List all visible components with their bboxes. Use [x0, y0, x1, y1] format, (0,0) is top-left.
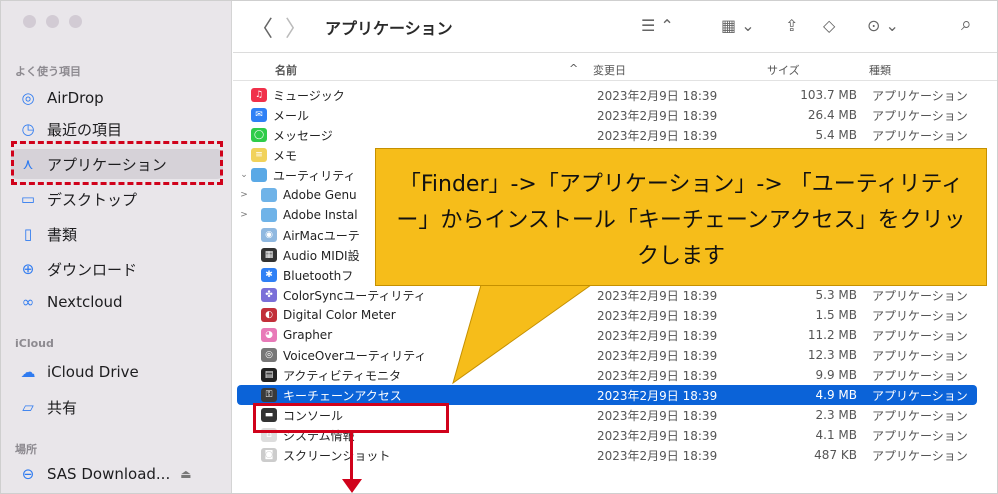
finder-window: よく使う項目 iCloud 場所 ◎ AirDrop ◷ 最近の項目 ⋏ アプリケーション… [0, 0, 998, 494]
instruction-callout: 「Finder」->「アプリケーション」-> 「ユーティリティー」からインストー… [375, 148, 987, 286]
callout-text: 「Finder」->「アプリケーション」-> 「ユーティリティー」からインストー… [396, 172, 966, 269]
